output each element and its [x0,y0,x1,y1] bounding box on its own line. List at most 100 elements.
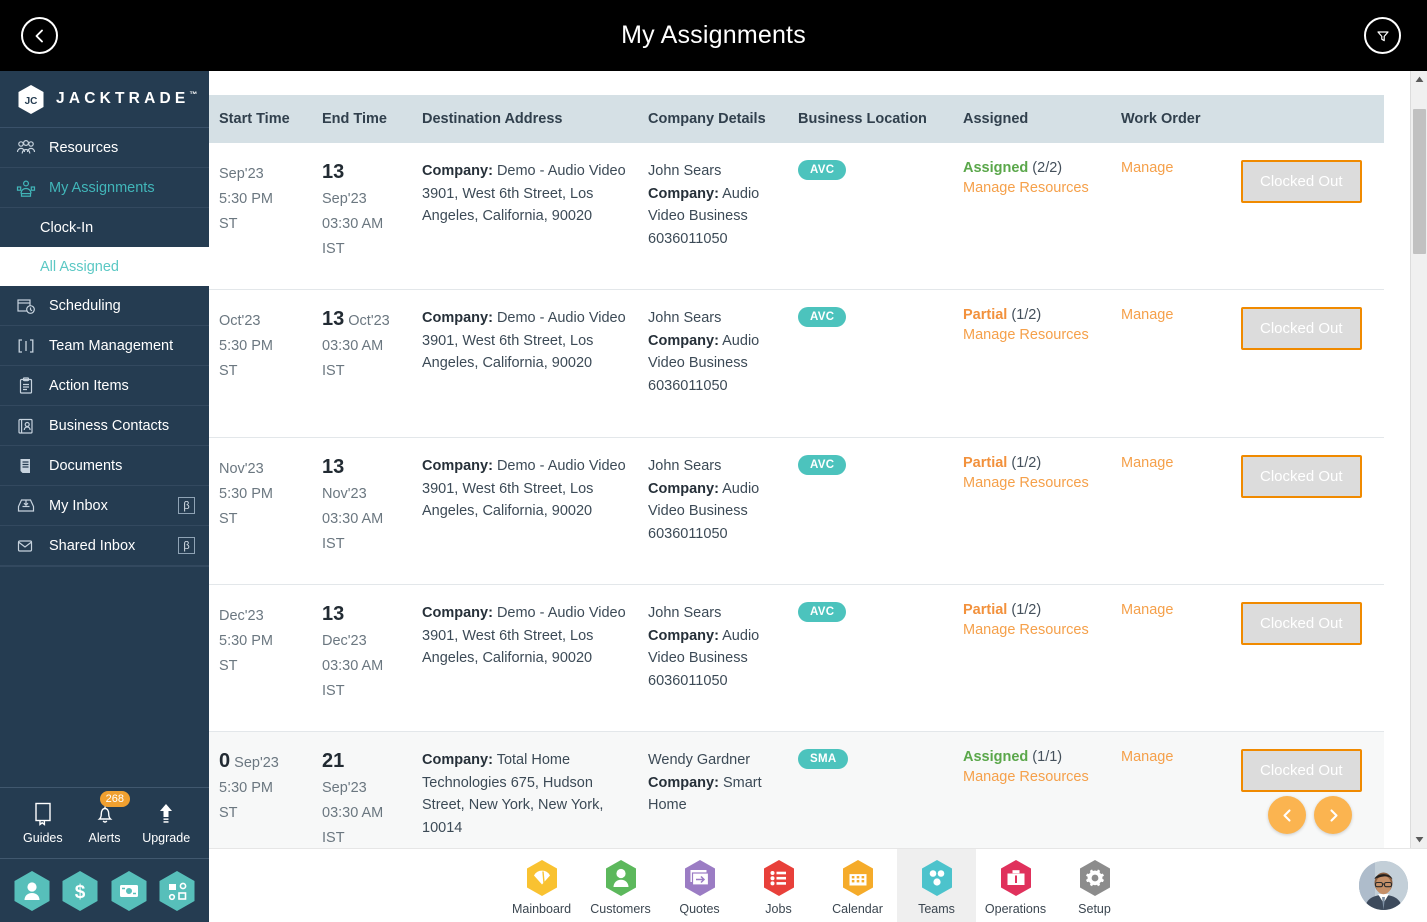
brand-logo-block[interactable]: JC JACKTRADE™ [0,71,209,128]
pagination-prev-button[interactable] [1268,796,1306,834]
dollar-hex-icon[interactable]: $ [61,870,99,912]
manage-resources-link[interactable]: Manage Resources [963,475,1089,491]
bottom-nav-quotes[interactable]: Quotes [660,849,739,922]
clocked-out-button[interactable]: Clocked Out [1241,307,1362,350]
end-time: 03:30 AM [322,511,384,527]
column-header-company-details[interactable]: Company Details [648,111,798,127]
clocked-out-button[interactable]: Clocked Out [1241,602,1362,645]
company-label: Company: [648,627,719,644]
column-header-destination-address[interactable]: Destination Address [422,111,648,127]
sidebar-subitem-clock-in[interactable]: Clock-In [0,208,209,247]
pagination-controls [1268,796,1352,834]
envelope-icon [15,536,37,556]
cell-work-order: Manage [1121,307,1241,437]
end-day: 13 [322,456,345,478]
manage-resources-link[interactable]: Manage Resources [963,769,1089,785]
column-header-assigned[interactable]: Assigned [963,111,1121,127]
cell-start-time: Oct'23 5:30 PM ST [209,307,322,437]
sidebar-shortcuts: $ [0,859,209,922]
sidebar-item-label: Scheduling [49,297,121,314]
scrollbar-up-arrow[interactable] [1411,71,1427,88]
bottom-nav-calendar[interactable]: Calendar [818,849,897,922]
table-row[interactable]: Dec'23 5:30 PM ST 13 Dec'23 03:30 AM IST… [209,585,1384,732]
pagination-next-button[interactable] [1314,796,1352,834]
end-month: Sep'23 [322,780,367,796]
status-badge: AVC [798,160,847,180]
table-row[interactable]: Nov'23 5:30 PM ST 13 Nov'23 03:30 AM IST… [209,438,1384,585]
clipboard-icon [15,376,37,396]
filter-button[interactable] [1364,17,1401,54]
sidebar-item-action-items[interactable]: Action Items [0,366,209,406]
sidebar-item-scheduling[interactable]: Scheduling [0,286,209,326]
sidebar-item-business-contacts[interactable]: Business Contacts [0,406,209,446]
bottom-navigation-bar: Mainboard Customers Quotes Jobs Calendar… [209,848,1427,922]
tool-label: Upgrade [142,831,191,845]
clocked-out-button[interactable]: Clocked Out [1241,160,1362,203]
svg-text:$: $ [75,882,86,903]
upgrade-button[interactable]: Upgrade [135,801,197,845]
cell-business-location: SMA [798,749,963,848]
manage-resources-link[interactable]: Manage Resources [963,327,1089,343]
manage-resources-link[interactable]: Manage Resources [963,622,1089,638]
assigned-count: (1/2) [1011,455,1042,471]
sidebar-item-my-assignments[interactable]: My Assignments [0,168,209,208]
sidebar-item-resources[interactable]: Resources [0,128,209,168]
alerts-button[interactable]: 268 Alerts [74,791,136,845]
company-phone: 6036011050 [648,230,728,247]
column-header-work-order[interactable]: Work Order [1121,111,1241,127]
cell-destination-address: Company: Demo - Audio Video 3901, West 6… [422,307,648,437]
manage-resources-link[interactable]: Manage Resources [963,180,1089,196]
workflow-hex-icon[interactable] [158,870,196,912]
end-month: Oct'23 [348,313,390,329]
user-hex-icon[interactable] [13,870,51,912]
manage-link[interactable]: Manage [1121,307,1173,323]
column-header-business-location[interactable]: Business Location [798,111,963,127]
guides-button[interactable]: Guides [12,801,74,845]
scrollbar-down-arrow[interactable] [1411,831,1427,848]
manage-link[interactable]: Manage [1121,602,1173,618]
bottom-nav-label: Teams [918,901,955,916]
start-tz: ST [219,216,238,232]
start-month: Dec'23 [219,608,264,624]
payment-hex-icon[interactable] [110,870,148,912]
scrollbar-thumb[interactable] [1413,109,1426,254]
svg-text:JC: JC [25,96,38,107]
sidebar-item-shared-inbox[interactable]: Shared Inbox β [0,526,209,566]
manage-link[interactable]: Manage [1121,455,1173,471]
company-label: Company: [648,185,719,202]
sidebar-subitem-all-assigned[interactable]: All Assigned [0,247,209,286]
start-time: 5:30 PM [219,780,273,796]
table-row[interactable]: 0 Sep'23 5:30 PM ST 21 Sep'23 03:30 AM I… [209,732,1384,848]
bottom-nav-setup[interactable]: Setup [1055,849,1134,922]
table-row[interactable]: Sep'23 5:30 PM ST 13 Sep'23 03:30 AM IST… [209,143,1384,290]
bottom-nav-customers[interactable]: Customers [581,849,660,922]
bottom-nav-label: Jobs [765,901,792,916]
bottom-nav-mainboard[interactable]: Mainboard [502,849,581,922]
sidebar-item-my-inbox[interactable]: My Inbox β [0,486,209,526]
alerts-count-badge: 268 [99,791,131,807]
beta-badge: β [178,497,195,514]
avatar[interactable] [1359,861,1408,910]
manage-link[interactable]: Manage [1121,749,1173,765]
manage-link[interactable]: Manage [1121,160,1173,176]
sidebar-item-label: Business Contacts [49,417,170,434]
bottom-nav-operations[interactable]: Operations [976,849,1055,922]
cell-start-time: Sep'23 5:30 PM ST [209,160,322,289]
assigned-count: (1/1) [1032,749,1063,765]
column-header-start-time[interactable]: Start Time [209,111,322,127]
sidebar-item-team-management[interactable]: Team Management [0,326,209,366]
status-badge: SMA [798,749,849,769]
dest-label: Company: [422,310,493,326]
cell-start-time: Dec'23 5:30 PM ST [209,602,322,731]
status-badge: AVC [798,455,847,475]
table-row[interactable]: Oct'23 5:30 PM ST 13 Oct'23 03:30 AM IST… [209,290,1384,438]
sidebar-item-label: Resources [49,139,119,156]
clocked-out-button[interactable]: Clocked Out [1241,749,1362,792]
column-header-end-time[interactable]: End Time [322,111,422,127]
bottom-nav-teams[interactable]: Teams [897,849,976,922]
clocked-out-button[interactable]: Clocked Out [1241,455,1362,498]
sidebar-item-documents[interactable]: Documents [0,446,209,486]
start-time: 5:30 PM [219,633,273,649]
vertical-scrollbar[interactable] [1410,71,1427,848]
bottom-nav-jobs[interactable]: Jobs [739,849,818,922]
